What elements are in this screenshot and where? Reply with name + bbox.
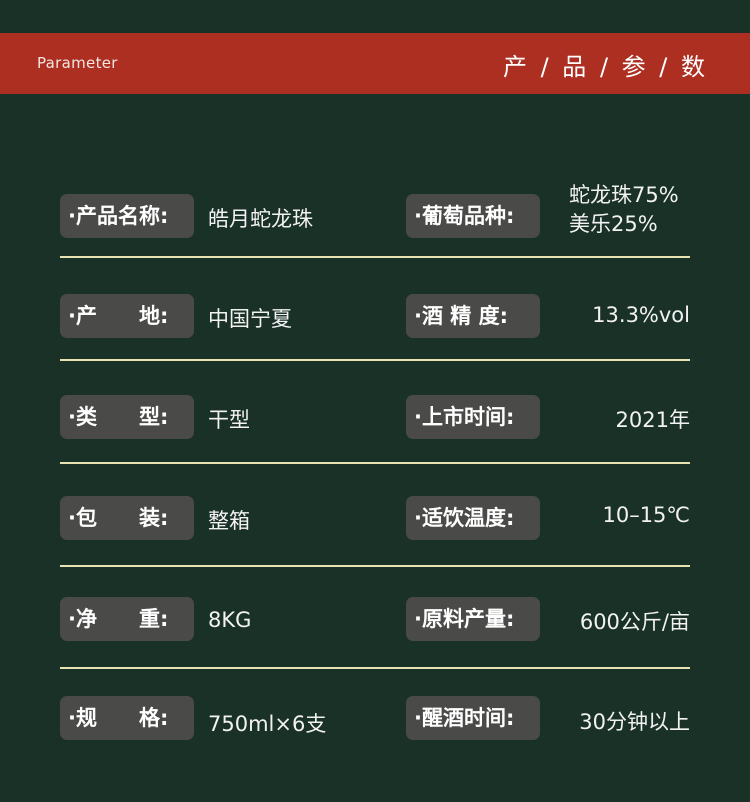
param-value: 整箱 — [208, 509, 250, 533]
param-label-text: ·类 型: — [68, 405, 169, 429]
param-label-text: ·上市时间: — [414, 405, 515, 429]
param-value: 8KG — [208, 608, 252, 632]
param-label: ·葡萄品种: — [406, 194, 540, 238]
header-banner: Parameter 产 / 品 / 参 / 数 — [0, 33, 750, 94]
param-label-text: ·原料产量: — [414, 607, 515, 631]
param-label-text: ·醒酒时间: — [414, 706, 515, 730]
param-row: ·类 型: 干型 ·上市时间: 2021年 — [0, 387, 750, 447]
param-row: ·净 重: 8KG ·原料产量: 600公斤/亩 — [0, 589, 750, 649]
param-label-text: ·适饮温度: — [414, 506, 515, 530]
param-value: 皓月蛇龙珠 — [208, 207, 313, 231]
param-value-stack: 蛇龙珠75% 美乐25% — [569, 181, 679, 239]
param-label: ·类 型: — [60, 395, 194, 439]
header-english-title: Parameter — [37, 54, 118, 72]
row-divider — [60, 359, 690, 361]
param-label-text: ·包 装: — [68, 506, 169, 530]
param-label: ·醒酒时间: — [406, 696, 540, 740]
param-label-text: ·酒 精 度: — [414, 304, 508, 328]
param-label: ·产 地: — [60, 294, 194, 338]
param-value: 13.3%vol — [592, 303, 690, 327]
param-label-text: ·规 格: — [68, 706, 169, 730]
param-row: ·产品名称: 皓月蛇龙珠 ·葡萄品种: 蛇龙珠75% 美乐25% — [0, 183, 750, 246]
row-divider — [60, 462, 690, 464]
param-value: 10–15℃ — [602, 503, 690, 527]
header-chinese-title: 产 / 品 / 参 / 数 — [502, 53, 708, 81]
param-label: ·适饮温度: — [406, 496, 540, 540]
param-label: ·产品名称: — [60, 194, 194, 238]
param-value: 干型 — [208, 408, 250, 432]
param-row: ·产 地: 中国宁夏 ·酒 精 度: 13.3%vol — [0, 286, 750, 346]
param-label-text: ·葡萄品种: — [414, 204, 515, 228]
param-row: ·规 格: 750ml×6支 ·醒酒时间: 30分钟以上 — [0, 690, 750, 750]
row-divider — [60, 667, 690, 669]
param-label: ·规 格: — [60, 696, 194, 740]
param-label-text: ·净 重: — [68, 607, 169, 631]
row-divider — [60, 256, 690, 258]
param-label: ·净 重: — [60, 597, 194, 641]
param-label-text: ·产 地: — [68, 304, 169, 328]
param-label: ·酒 精 度: — [406, 294, 540, 338]
param-value-line: 蛇龙珠75% — [569, 183, 679, 207]
param-label: ·包 装: — [60, 496, 194, 540]
param-value: 2021年 — [615, 408, 690, 432]
param-value-line: 美乐25% — [569, 212, 658, 236]
param-value: 30分钟以上 — [579, 710, 690, 734]
param-value: 600公斤/亩 — [579, 610, 690, 634]
param-row: ·包 装: 整箱 ·适饮温度: 10–15℃ — [0, 488, 750, 548]
param-value: 中国宁夏 — [208, 307, 292, 331]
param-label: ·上市时间: — [406, 395, 540, 439]
param-label: ·原料产量: — [406, 597, 540, 641]
param-value: 750ml×6支 — [208, 712, 327, 736]
param-label-text: ·产品名称: — [68, 204, 169, 228]
row-divider — [60, 565, 690, 567]
